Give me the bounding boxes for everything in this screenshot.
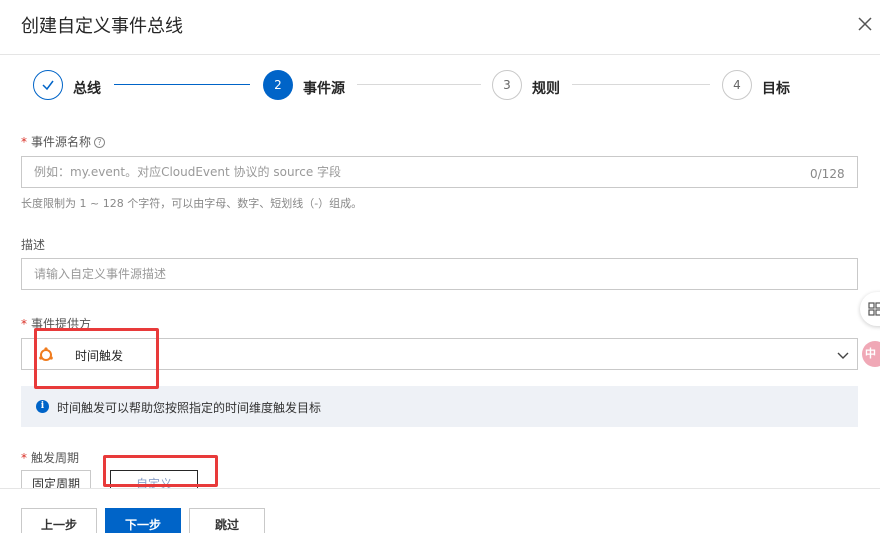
timer-trigger-icon <box>39 347 53 361</box>
step-3-label: 规则 <box>532 81 560 97</box>
next-step-button[interactable]: 下一步 <box>105 508 181 533</box>
provider-select[interactable]: 时间触发 <box>21 338 858 370</box>
description-input[interactable] <box>21 258 858 290</box>
step-connector <box>114 84 250 85</box>
floating-toolbar[interactable] <box>860 292 880 326</box>
dialog-title: 创建自定义事件总线 <box>21 16 183 37</box>
step-4-label: 目标 <box>762 81 790 97</box>
step-progress: 总线 2 事件源 3 规则 4 目标 <box>0 70 880 102</box>
trigger-period-label: * 触发周期 <box>21 451 80 465</box>
dialog-footer: 上一步 下一步 跳过 <box>0 488 880 533</box>
provider-info-text: 时间触发可以帮助您按照指定的时间维度触发目标 <box>57 401 322 415</box>
description-label: 描述 <box>21 238 46 252</box>
required-mark: * <box>21 451 27 465</box>
step-connector <box>357 84 481 85</box>
grid-icon <box>868 302 880 316</box>
step-4-number: 4 <box>722 70 752 100</box>
step-connector <box>572 84 710 85</box>
help-icon[interactable]: ? <box>94 137 106 148</box>
char-counter: 0/128 <box>810 167 845 181</box>
close-icon[interactable] <box>856 15 874 33</box>
provider-value: 时间触发 <box>75 349 124 363</box>
info-icon: i <box>36 400 49 413</box>
check-icon <box>42 80 54 91</box>
chat-assistant-icon[interactable]: 中 <box>862 341 880 367</box>
provider-info-banner: i 时间触发可以帮助您按照指定的时间维度触发目标 <box>21 386 858 427</box>
step-2-label: 事件源 <box>303 81 345 97</box>
step-1-label: 总线 <box>73 81 101 97</box>
source-name-input[interactable] <box>21 156 858 188</box>
source-name-label: * 事件源名称? <box>21 133 106 150</box>
prev-step-button[interactable]: 上一步 <box>21 508 97 533</box>
required-mark: * <box>21 135 27 149</box>
source-name-hint: 长度限制为 1 ~ 128 个字符，可以由字母、数字、短划线（-）组成。 <box>21 197 363 210</box>
provider-label: * 事件提供方 <box>21 317 92 331</box>
step-3-number: 3 <box>492 70 522 100</box>
dialog-header: 创建自定义事件总线 <box>0 0 880 55</box>
chevron-down-icon <box>837 352 849 359</box>
required-mark: * <box>21 317 27 331</box>
step-1-done-icon <box>33 70 63 100</box>
skip-button[interactable]: 跳过 <box>189 508 265 533</box>
step-2-number: 2 <box>263 70 293 100</box>
